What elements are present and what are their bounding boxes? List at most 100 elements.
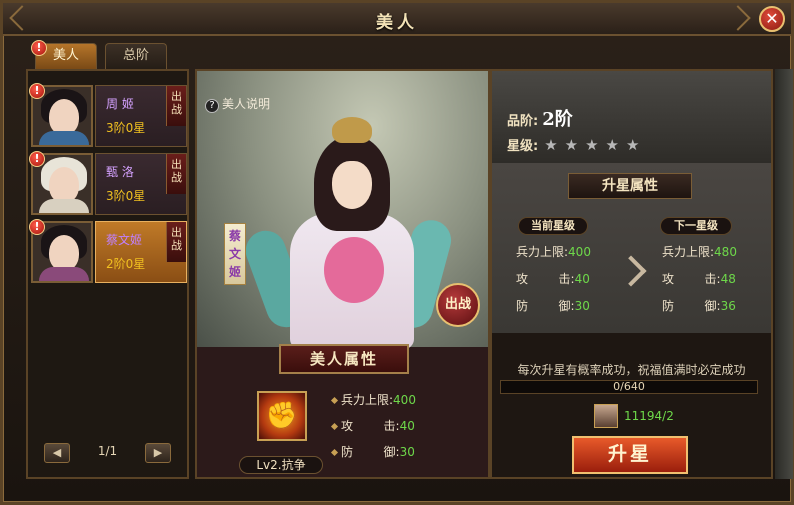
beauty-info: 周 姬 3阶0星 出战 — [95, 85, 187, 147]
stat-value: 36 — [720, 299, 736, 313]
stat-value: 48 — [720, 272, 736, 286]
skill-label: Lv2.抗争 — [239, 456, 323, 474]
upstar-button[interactable]: 升星 — [572, 436, 688, 474]
beauty-alert-icon: ! — [29, 83, 45, 99]
beauty-name: 甄 洛 — [106, 165, 134, 179]
tab-total-grade-label: 总阶 — [122, 48, 149, 63]
stat-row: 防 御:30 — [516, 297, 591, 324]
stat-value: 400 — [568, 245, 591, 259]
upgrade-panel: 品阶: 2阶 星级: ★★★★★ 升星属性 当前星级 下一星级 兵力上限:400 攻… — [490, 69, 773, 479]
title-bar: 美人 ✕ — [3, 3, 791, 36]
beauty-rank: 2阶0星 — [106, 257, 146, 271]
current-star-label: 当前星级 — [518, 217, 588, 235]
tab-beauty-label: 美人 — [52, 48, 79, 63]
deploy-tag: 出战 — [166, 86, 186, 126]
grade-label: 品阶: — [507, 114, 539, 129]
beauty-window: 美人 ✕ 美人 ! 总阶 ! 周 姬 3阶0星 出战 ! 甄 洛 3阶0星 出战… — [0, 0, 794, 505]
stat-label: 防 御: — [516, 299, 575, 313]
bullet-icon — [330, 448, 339, 457]
upstar-title: 升星属性 — [568, 173, 692, 199]
beauty-nameplate: 蔡文姬 — [224, 223, 246, 285]
stat-row: 攻 击:40 — [516, 270, 591, 297]
beauty-stat-list: 兵力上限:400 攻 击:40 防 御:30 — [330, 391, 416, 469]
stat-row: 攻 击:40 — [330, 417, 416, 443]
stat-label: 攻 击: — [341, 419, 400, 433]
stat-row: 防 御:30 — [330, 443, 416, 469]
stat-row: 兵力上限:400 — [516, 243, 591, 270]
deploy-tag: 出战 — [166, 154, 186, 194]
beauty-rank: 3阶0星 — [106, 121, 146, 135]
grade-area: 品阶: 2阶 星级: ★★★★★ — [492, 71, 771, 163]
stat-value: 30 — [574, 299, 590, 313]
figure-face — [332, 161, 372, 209]
stat-label: 攻 击: — [516, 272, 575, 286]
stat-label: 兵力上限: — [341, 393, 394, 407]
next-star-label: 下一星级 — [660, 217, 732, 235]
question-icon: ? — [205, 99, 219, 113]
beauty-name: 周 姬 — [106, 97, 134, 111]
beauty-alert-icon: ! — [29, 219, 45, 235]
stat-row: 兵力上限:400 — [330, 391, 416, 417]
grade-row: 品阶: 2阶 — [507, 105, 573, 131]
tab-total-grade[interactable]: 总阶 — [105, 43, 167, 69]
portrait-face — [49, 235, 79, 271]
beauty-artwork: ? 美人说明 蔡文姬 出战 — [197, 71, 488, 349]
next-star-stats: 兵力上限:480 攻 击:48 防 御:36 — [662, 243, 737, 324]
stat-value: 480 — [714, 245, 737, 259]
figure-headdress — [332, 117, 372, 143]
beauty-list-item[interactable]: ! 蔡文姬 2阶0星 出战 — [29, 219, 187, 283]
stat-label: 攻 击: — [662, 272, 721, 286]
beauty-detail-panel: ? 美人说明 蔡文姬 出战 美人属性 ✊ Lv2.抗争 兵力上限:400 攻 击… — [195, 69, 490, 479]
next-page-button[interactable]: ▶ — [145, 443, 171, 463]
portrait-robe — [39, 199, 89, 213]
fist-icon: ✊ — [265, 401, 299, 431]
pager: ◀ 1/1 ▶ — [44, 443, 171, 465]
beauty-list-item[interactable]: ! 甄 洛 3阶0星 出战 — [29, 151, 187, 215]
portrait-robe — [39, 267, 89, 281]
portrait-face — [49, 99, 79, 135]
skill-icon[interactable]: ✊ — [257, 391, 307, 441]
beauty-name: 蔡文姬 — [106, 233, 143, 247]
stat-label: 兵力上限: — [516, 245, 569, 259]
stat-value: 30 — [399, 445, 415, 459]
beauty-list-item[interactable]: ! 周 姬 3阶0星 出战 — [29, 83, 187, 147]
beauty-rank: 3阶0星 — [106, 189, 146, 203]
stat-value: 400 — [393, 393, 416, 407]
tab-alert-icon: ! — [31, 40, 47, 56]
deploy-button[interactable]: 出战 — [436, 283, 480, 327]
current-star-stats: 兵力上限:400 攻 击:40 防 御:30 — [516, 243, 591, 324]
stat-label: 防 御: — [341, 445, 400, 459]
prev-page-button[interactable]: ◀ — [44, 443, 70, 463]
title-corner-ornament-right — [725, 5, 751, 31]
close-button[interactable]: ✕ — [759, 6, 785, 32]
beauty-list-panel: ! 周 姬 3阶0星 出战 ! 甄 洛 3阶0星 出战 ! 蔡文姬 2阶0星 出… — [26, 69, 189, 479]
stat-row: 攻 击:48 — [662, 270, 737, 297]
star-rating-icons: ★★★★★ — [544, 136, 647, 154]
beauty-info: 甄 洛 3阶0星 出战 — [95, 153, 187, 215]
stat-label: 防 御: — [662, 299, 721, 313]
stat-value: 40 — [399, 419, 415, 433]
portrait-robe — [39, 131, 89, 145]
beauty-attributes-title: 美人属性 — [279, 344, 409, 374]
cost-text: 11194/2 — [624, 409, 674, 423]
star-label: 星级: — [507, 139, 539, 154]
beauty-figure-illustration — [240, 109, 456, 349]
blessing-progress-bar: 0/640 — [500, 380, 758, 394]
page-indicator: 1/1 — [97, 444, 118, 458]
star-row: 星级: ★★★★★ — [507, 135, 646, 154]
title-corner-ornament-left — [9, 5, 35, 31]
grade-value: 2阶 — [542, 109, 573, 130]
stat-value: 40 — [574, 272, 590, 286]
stat-row: 兵力上限:480 — [662, 243, 737, 270]
upstar-attributes: 升星属性 当前星级 下一星级 兵力上限:400 攻 击:40 防 御:30 兵力… — [492, 163, 771, 333]
cost-item-icon — [594, 404, 618, 428]
blessing-note: 每次升星有概率成功，祝福值满时必定成功 — [517, 363, 746, 377]
beauty-alert-icon: ! — [29, 151, 45, 167]
progress-text: 0/640 — [613, 380, 645, 393]
beauty-info: 蔡文姬 2阶0星 出战 — [95, 221, 187, 283]
background-edge — [775, 69, 793, 479]
bullet-icon — [330, 396, 339, 405]
chevron-right-icon — [615, 255, 647, 287]
stat-label: 兵力上限: — [662, 245, 715, 259]
portrait-face — [49, 167, 79, 203]
